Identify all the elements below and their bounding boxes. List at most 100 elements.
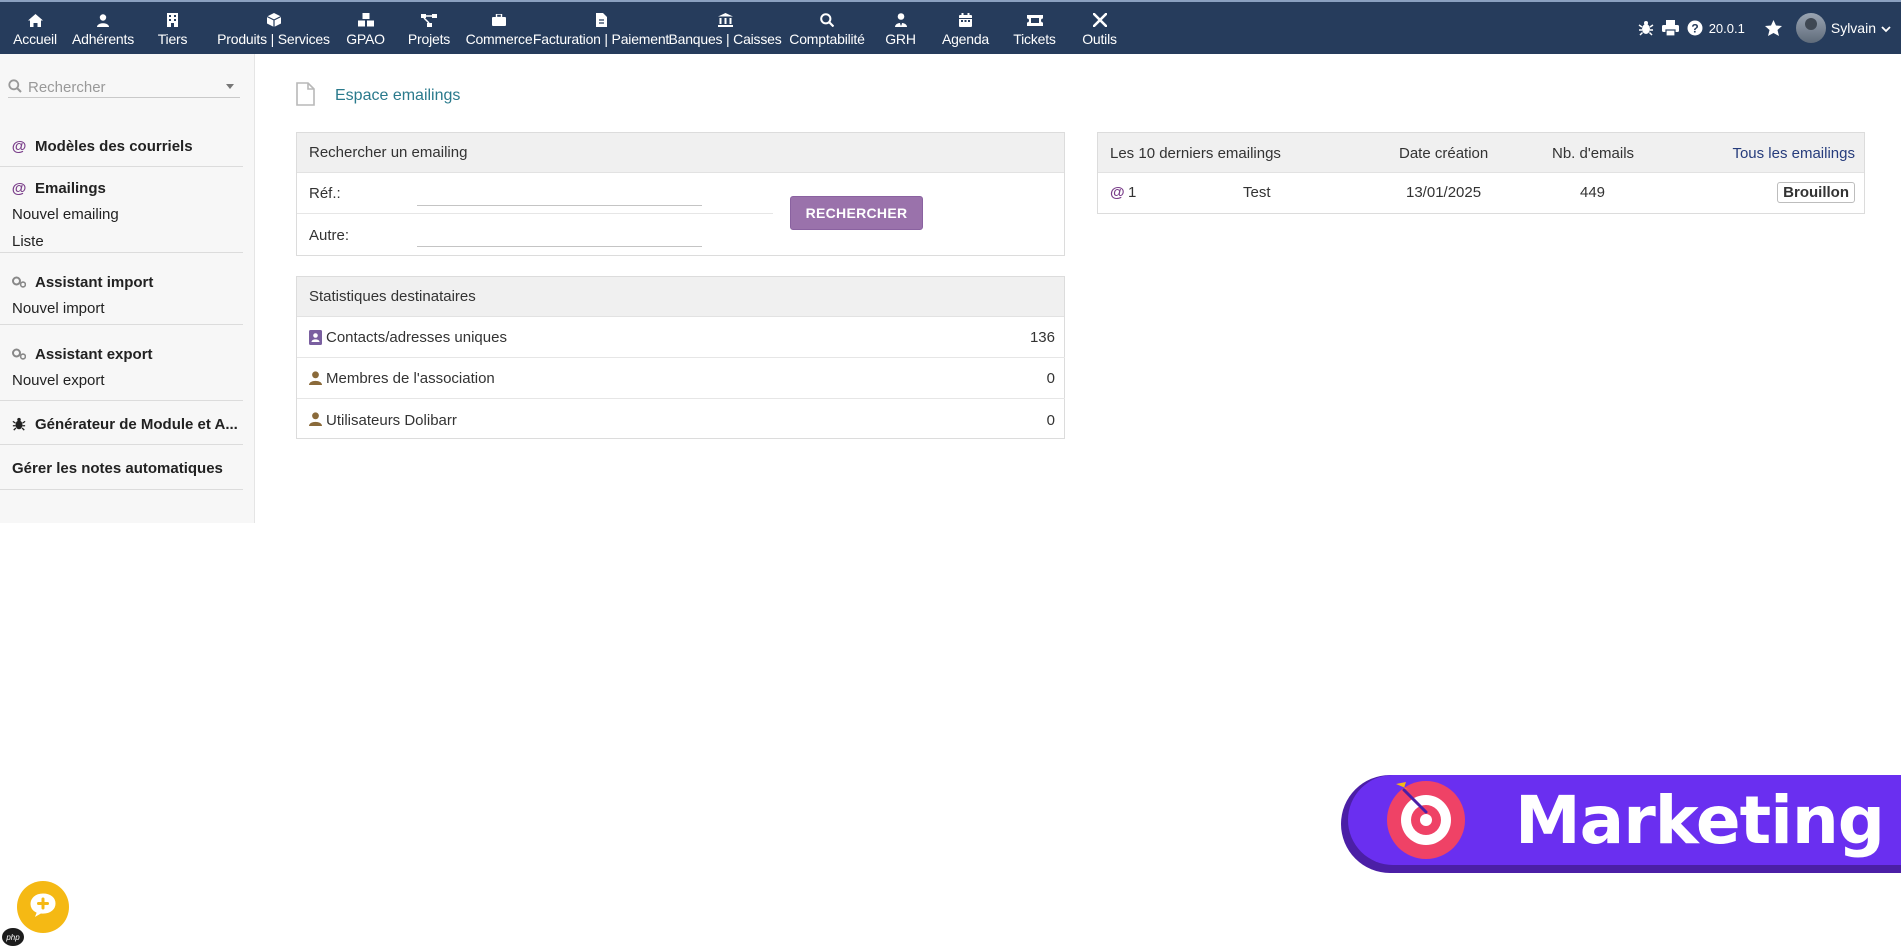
search-emailing-panel: Rechercher un emailing Réf.: Autre: RECH…	[296, 132, 1065, 256]
col-date-header: Date création	[1399, 145, 1489, 162]
menu-item-adherents[interactable]: Adhérents	[70, 2, 136, 54]
panel-title: Rechercher un emailing	[297, 133, 1064, 173]
cogs-icon	[12, 276, 26, 288]
calendar-icon	[959, 12, 972, 28]
latest-emailings-title: Les 10 derniers emailings	[1110, 145, 1281, 162]
avatar	[1795, 13, 1826, 43]
user-menu[interactable]: Sylvain	[1795, 13, 1891, 43]
sidebar-item-label: Générateur de Module et A...	[35, 415, 238, 433]
sidebar-link-nouvel-export[interactable]: Nouvel export	[0, 370, 243, 392]
sidebar-link-nouvel-import[interactable]: Nouvel import	[0, 298, 243, 320]
emailing-ref[interactable]: 1	[1128, 184, 1136, 201]
table-row[interactable]: @ 1 Test 13/01/2025 449 Brouillon	[1098, 173, 1864, 213]
menu-item-gpao[interactable]: GPAO	[338, 2, 393, 54]
suitcase-icon	[492, 12, 506, 28]
sidebar-block-modeles: @ Modèles des courriels	[0, 126, 243, 167]
other-row: Autre:	[297, 215, 773, 255]
sidebar-link-liste[interactable]: Liste	[0, 231, 243, 253]
sidebar-item-generateur-module[interactable]: Générateur de Module et A...	[0, 413, 243, 435]
project-diagram-icon	[421, 12, 437, 28]
sidebar-block-emailings: @ Emailings Nouvel emailing Liste	[0, 167, 243, 253]
menu-label: GPAO	[346, 31, 385, 47]
sidebar-block-notes: Gérer les notes automatiques	[0, 445, 243, 490]
menu-item-comptabilite[interactable]: Comptabilité	[781, 2, 873, 54]
menu-label: Tiers	[157, 31, 188, 47]
stat-value: 136	[1029, 329, 1055, 346]
stat-row-members: Membres de l'association 0	[297, 359, 1065, 399]
sidebar-block-generateur: Générateur de Module et A...	[0, 401, 243, 445]
menu-label: Banques | Caisses	[668, 31, 782, 47]
emailing-date: 13/01/2025	[1406, 184, 1482, 201]
menu-label: Produits | Services	[217, 31, 330, 47]
menu-item-banques[interactable]: Banques | Caisses	[668, 2, 782, 54]
sidebar-item-label: Modèles des courriels	[35, 137, 193, 155]
main-menu: Accueil Adhérents Tiers Produits | Servi…	[0, 2, 1133, 56]
sidebar-item-label: Assistant import	[35, 273, 154, 291]
sidebar-item-label: Assistant export	[35, 345, 153, 363]
menu-label: Tickets	[1013, 31, 1056, 47]
menu-item-agenda[interactable]: Agenda	[928, 2, 1003, 54]
menu-item-tickets[interactable]: Tickets	[1003, 2, 1066, 54]
menu-item-produits[interactable]: Produits | Services	[209, 2, 338, 54]
search-button[interactable]: RECHERCHER	[790, 196, 923, 230]
sidebar-item-assistant-import[interactable]: Assistant import	[0, 271, 243, 293]
sidebar-item-gerer-notes[interactable]: Gérer les notes automatiques	[0, 457, 243, 479]
sidebar-item-modeles-courriels[interactable]: @ Modèles des courriels	[0, 135, 243, 157]
emailing-name: Test	[1243, 184, 1271, 201]
version-label[interactable]: 20.0.1	[1709, 21, 1745, 36]
panel-title: Statistiques destinataires	[297, 277, 1064, 317]
cube-icon	[266, 12, 281, 28]
other-input[interactable]	[417, 223, 702, 247]
menu-item-tiers[interactable]: Tiers	[136, 2, 209, 54]
menu-label: Outils	[1082, 31, 1117, 47]
sidebar-search[interactable]	[8, 78, 240, 98]
search-dollar-icon	[820, 12, 834, 28]
caret-down-icon[interactable]	[226, 84, 234, 89]
stat-label[interactable]: Membres de l'association	[326, 370, 495, 387]
sidebar-link-nouvel-emailing[interactable]: Nouvel emailing	[0, 204, 243, 226]
menu-item-outils[interactable]: Outils	[1066, 2, 1133, 54]
sidebar-item-emailings[interactable]: @ Emailings	[0, 177, 243, 199]
print-icon[interactable]	[1661, 20, 1679, 36]
bookmark-star-icon[interactable]	[1764, 20, 1782, 36]
search-input[interactable]	[28, 79, 218, 96]
menu-item-commerce[interactable]: Commerce	[465, 2, 533, 54]
emailing-count: 449	[1580, 184, 1606, 201]
user-icon	[97, 12, 109, 28]
menu-item-facturation[interactable]: Facturation | Paiement	[533, 2, 669, 54]
cogs-icon	[12, 348, 26, 360]
col-count-header: Nb. d'emails	[1552, 145, 1635, 162]
sidebar-block-import: Assistant import Nouvel import	[0, 253, 243, 325]
help-icon[interactable]: ?	[1687, 20, 1703, 36]
ref-input[interactable]	[417, 181, 702, 206]
ticket-icon	[1026, 12, 1043, 28]
user-icon	[309, 412, 322, 427]
menu-item-grh[interactable]: GRH	[873, 2, 928, 54]
search-icon	[8, 78, 22, 97]
user-icon	[309, 371, 322, 386]
recipient-stats-panel: Statistiques destinataires Contacts/adre…	[296, 276, 1065, 439]
menu-item-projets[interactable]: Projets	[393, 2, 465, 54]
stat-value: 0	[1046, 370, 1055, 387]
dart-icon	[1396, 782, 1428, 814]
tools-icon	[1092, 12, 1107, 28]
page-title: Espace emailings	[335, 87, 461, 104]
chat-button[interactable]	[17, 881, 69, 933]
at-icon: @	[1110, 184, 1125, 201]
chat-icon	[28, 891, 58, 923]
at-icon: @	[11, 137, 27, 155]
banner-text: Marketing	[1515, 782, 1885, 859]
home-icon	[27, 12, 43, 28]
menu-label: Accueil	[13, 31, 57, 47]
left-sidebar: @ Modèles des courriels @ Emailings Nouv…	[0, 54, 255, 523]
stat-label[interactable]: Utilisateurs Dolibarr	[326, 412, 457, 429]
stat-label[interactable]: Contacts/adresses uniques	[326, 329, 507, 346]
php-badge: php	[2, 928, 24, 946]
page-header: Espace emailings	[296, 82, 460, 110]
bug-icon[interactable]	[1638, 20, 1654, 36]
menu-item-accueil[interactable]: Accueil	[0, 2, 70, 54]
top-right-tools: ? 20.0.1 Sylvain	[1630, 2, 1891, 54]
sidebar-item-assistant-export[interactable]: Assistant export	[0, 343, 243, 365]
all-emailings-link[interactable]: Tous les emailings	[1732, 145, 1855, 162]
ref-label: Réf.:	[309, 185, 341, 202]
